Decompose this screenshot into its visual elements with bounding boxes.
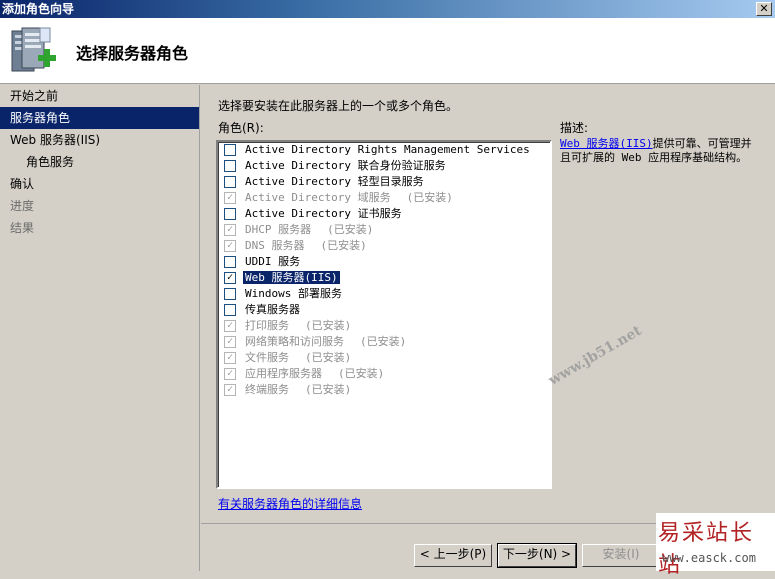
- instruction-text: 选择要安装在此服务器上的一个或多个角色。: [218, 99, 459, 113]
- previous-button[interactable]: < 上一步(P): [414, 544, 492, 567]
- description-text: Web 服务器(IIS)提供可靠、可管理并且可扩展的 Web 应用程序基础结构。: [560, 137, 760, 165]
- role-label: 终端服务: [245, 383, 289, 396]
- roles-label: 角色(R):: [218, 121, 264, 135]
- checkbox-icon[interactable]: [224, 256, 236, 268]
- checkbox-checked-icon: ✓: [224, 368, 236, 380]
- installed-badge: (已安装): [360, 335, 407, 348]
- checkbox-icon[interactable]: [224, 304, 236, 316]
- role-item[interactable]: ✓ Web 服务器(IIS): [218, 270, 550, 286]
- role-label: DNS 服务器: [245, 239, 305, 252]
- checkbox-icon[interactable]: [224, 288, 236, 300]
- role-item: ✓ 文件服务 (已安装): [218, 350, 550, 366]
- checkbox-checked-icon: ✓: [224, 224, 236, 236]
- role-item[interactable]: 传真服务器: [218, 302, 550, 318]
- role-item: ✓ Active Directory 域服务 (已安装): [218, 190, 550, 206]
- role-item[interactable]: Active Directory 联合身份验证服务: [218, 158, 550, 174]
- role-label: DHCP 服务器: [245, 223, 312, 236]
- nav-item-role-services[interactable]: 角色服务: [0, 151, 199, 173]
- installed-badge: (已安装): [406, 191, 453, 204]
- roles-listbox[interactable]: Active Directory Rights Management Servi…: [216, 140, 552, 489]
- wizard-header: 选择服务器角色: [0, 18, 775, 84]
- more-info-link[interactable]: 有关服务器角色的详细信息: [218, 495, 362, 512]
- checkbox-checked-icon: ✓: [224, 352, 236, 364]
- nav-item-results: 结果: [10, 221, 35, 235]
- role-label: 应用程序服务器: [245, 367, 322, 380]
- role-label: Web 服务器(IIS): [243, 271, 340, 284]
- role-label: Windows 部署服务: [245, 287, 342, 300]
- nav-item-server-roles[interactable]: 服务器角色: [0, 107, 199, 129]
- installed-badge: (已安装): [327, 223, 374, 236]
- role-item[interactable]: Windows 部署服务: [218, 286, 550, 302]
- checkbox-checked-icon[interactable]: ✓: [224, 272, 236, 284]
- role-item[interactable]: Active Directory Rights Management Servi…: [218, 142, 550, 158]
- role-label: Active Directory Rights Management Servi…: [245, 143, 530, 156]
- role-item[interactable]: Active Directory 轻型目录服务: [218, 174, 550, 190]
- checkbox-checked-icon: ✓: [224, 240, 236, 252]
- role-label: 传真服务器: [245, 303, 300, 316]
- role-label: 网络策略和访问服务: [245, 335, 344, 348]
- role-label: Active Directory 证书服务: [245, 207, 402, 220]
- checkbox-icon[interactable]: [224, 176, 236, 188]
- wizard-nav: 开始之前 服务器角色 Web 服务器(IIS) 角色服务 确认 进度 结果: [0, 85, 200, 571]
- role-item[interactable]: Active Directory 证书服务: [218, 206, 550, 222]
- window-title: 添加角色向导: [2, 2, 75, 16]
- role-item: ✓ DNS 服务器 (已安装): [218, 238, 550, 254]
- stamp-title: 易采站长站: [658, 521, 755, 578]
- site-stamp: 易采站长站 www.easck.com: [656, 513, 775, 578]
- role-item: ✓ 终端服务 (已安装): [218, 382, 550, 398]
- title-bar: 添加角色向导 ✕: [0, 0, 775, 18]
- server-add-icon: [11, 27, 56, 72]
- description-label: 描述:: [560, 121, 589, 135]
- installed-badge: (已安装): [305, 319, 352, 332]
- role-label: 文件服务: [245, 351, 289, 364]
- close-button[interactable]: ✕: [756, 2, 772, 16]
- checkbox-checked-icon: ✓: [224, 320, 236, 332]
- role-item[interactable]: UDDI 服务: [218, 254, 550, 270]
- watermark: www.jb51.net: [546, 322, 645, 389]
- checkbox-checked-icon: ✓: [224, 192, 236, 204]
- nav-item-confirmation[interactable]: 确认: [0, 173, 199, 195]
- role-item: ✓ DHCP 服务器 (已安装): [218, 222, 550, 238]
- checkbox-icon[interactable]: [224, 144, 236, 156]
- checkbox-checked-icon: ✓: [224, 384, 236, 396]
- role-label: Active Directory 联合身份验证服务: [245, 159, 446, 172]
- install-button: 安装(I): [582, 544, 660, 567]
- page-title: 选择服务器角色: [76, 44, 189, 63]
- installed-badge: (已安装): [305, 351, 352, 364]
- role-label: Active Directory 轻型目录服务: [245, 175, 424, 188]
- installed-badge: (已安装): [320, 239, 367, 252]
- description-role-link[interactable]: Web 服务器(IIS): [560, 137, 653, 150]
- role-item: ✓ 打印服务 (已安装): [218, 318, 550, 334]
- nav-item-before-you-begin[interactable]: 开始之前: [0, 85, 199, 107]
- role-label: Active Directory 域服务: [245, 191, 391, 204]
- role-item: ✓ 应用程序服务器 (已安装): [218, 366, 550, 382]
- role-label: UDDI 服务: [245, 255, 301, 268]
- installed-badge: (已安装): [338, 367, 385, 380]
- checkbox-icon[interactable]: [224, 160, 236, 172]
- checkbox-checked-icon: ✓: [224, 336, 236, 348]
- role-label: 打印服务: [245, 319, 289, 332]
- installed-badge: (已安装): [305, 383, 352, 396]
- role-item: ✓ 网络策略和访问服务 (已安装): [218, 334, 550, 350]
- stamp-url: www.easck.com: [662, 551, 756, 565]
- checkbox-icon[interactable]: [224, 208, 236, 220]
- nav-item-web-server[interactable]: Web 服务器(IIS): [0, 129, 199, 151]
- main-content: 选择要安装在此服务器上的一个或多个角色。 角色(R): Active Direc…: [201, 85, 775, 571]
- close-icon: ✕: [759, 2, 769, 15]
- nav-item-progress: 进度: [10, 199, 35, 213]
- next-button[interactable]: 下一步(N) >: [497, 543, 577, 568]
